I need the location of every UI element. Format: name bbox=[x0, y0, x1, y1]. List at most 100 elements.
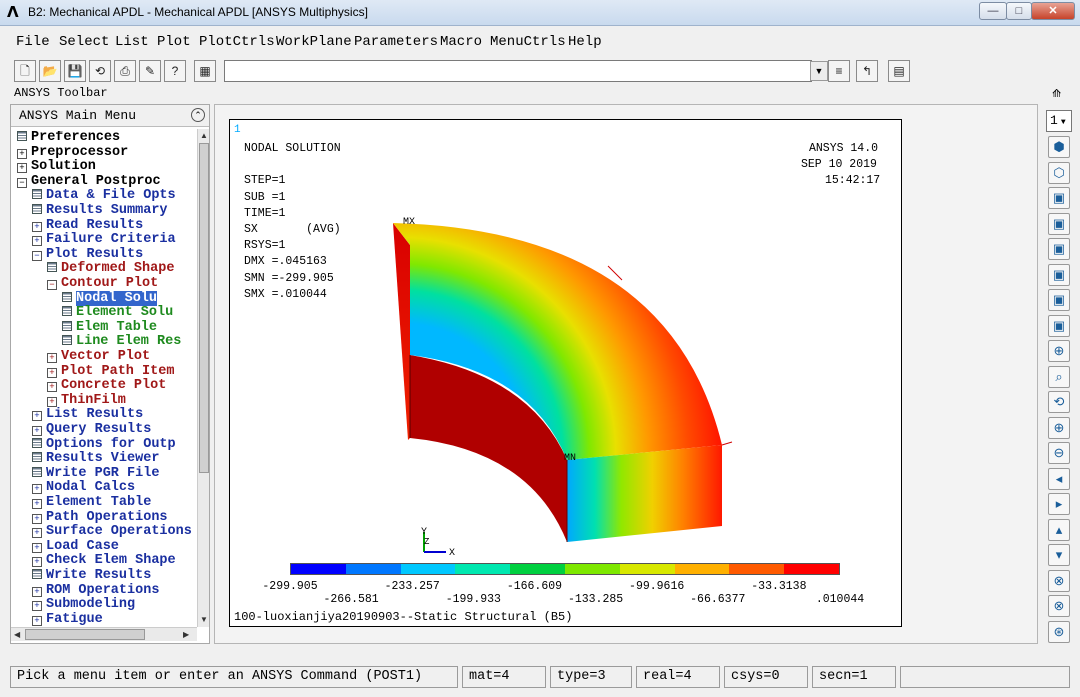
rotate-y-icon[interactable]: ⊛ bbox=[1048, 620, 1070, 643]
toolbar-collapse-icon[interactable]: ⟰ bbox=[1052, 87, 1061, 100]
graphics-window[interactable]: 1 NODAL SOLUTION STEP=1 SUB =1 TIME=1 SX (AV… bbox=[229, 119, 902, 627]
tree-item[interactable]: + Path Operations bbox=[32, 510, 168, 525]
tree-item[interactable]: + Element Table bbox=[32, 496, 151, 510]
rotate-x2-icon[interactable]: ⊗ bbox=[1048, 595, 1070, 617]
close-button[interactable]: ✕ bbox=[1031, 2, 1075, 20]
expand-icon[interactable]: + bbox=[32, 615, 42, 626]
menu-item-icon[interactable] bbox=[32, 437, 42, 448]
pan-zoom-rotate-icon[interactable]: ⟲ bbox=[89, 60, 111, 82]
tree-item[interactable]: + Concrete Plot bbox=[47, 379, 166, 393]
menu-item-icon[interactable] bbox=[32, 204, 42, 214]
maximize-button[interactable]: □ bbox=[1006, 2, 1032, 20]
menu-plot[interactable]: Plot bbox=[157, 34, 191, 50]
menu-item-icon[interactable] bbox=[17, 131, 27, 141]
report-icon[interactable]: ✎ bbox=[139, 60, 161, 82]
rotate-x-icon[interactable]: ⊗ bbox=[1048, 569, 1070, 592]
expand-icon[interactable]: + bbox=[32, 557, 42, 568]
menu-item-icon[interactable] bbox=[62, 320, 72, 331]
right-view-icon[interactable]: ▣ bbox=[1048, 212, 1070, 235]
tree-item[interactable]: Line Elem Res bbox=[62, 335, 181, 349]
scroll-up-icon[interactable]: ▲ bbox=[200, 131, 208, 140]
tree-horizontal-thumb[interactable] bbox=[25, 629, 145, 640]
menu-item-icon[interactable] bbox=[62, 306, 72, 317]
box-zoom-icon[interactable]: ⌕ bbox=[1048, 365, 1070, 388]
command-history-icon[interactable]: ≡ bbox=[828, 60, 850, 82]
tree-horizontal-scrollbar[interactable]: ◀ ▶ bbox=[11, 627, 197, 641]
save-icon[interactable]: 💾 bbox=[64, 60, 86, 82]
expand-icon[interactable]: + bbox=[47, 367, 57, 378]
menu-item-icon[interactable] bbox=[32, 452, 42, 463]
window-select[interactable]: 1 ▼ bbox=[1046, 110, 1072, 132]
iso-view-icon[interactable]: ⬢ bbox=[1048, 136, 1070, 158]
tree-item[interactable]: + Load Case bbox=[32, 539, 119, 554]
tree-item[interactable]: Elem Table bbox=[62, 320, 157, 335]
tree-item[interactable]: + Preprocessor bbox=[17, 145, 128, 160]
tree-item[interactable]: Write Results bbox=[32, 569, 151, 583]
menu-item-icon[interactable] bbox=[32, 569, 42, 579]
menu-item-icon[interactable] bbox=[62, 335, 72, 346]
tree-item[interactable]: + ThinFilm bbox=[47, 393, 126, 408]
menu-plotctrls[interactable]: PlotCtrls bbox=[199, 34, 275, 50]
tree-item[interactable]: − General Postproc bbox=[17, 174, 161, 189]
menu-item-icon[interactable] bbox=[32, 466, 42, 477]
minimize-button[interactable]: — bbox=[979, 2, 1007, 20]
expand-icon[interactable]: + bbox=[47, 396, 57, 407]
expand-icon[interactable]: + bbox=[32, 528, 42, 539]
tree-item[interactable]: + Solution bbox=[17, 160, 96, 174]
tree-item[interactable]: + Vector Plot bbox=[47, 350, 150, 364]
menu-macro[interactable]: Macro bbox=[440, 34, 482, 50]
scroll-left-icon[interactable]: ◀ bbox=[14, 630, 20, 639]
scroll-right-icon[interactable]: ▶ bbox=[183, 630, 189, 639]
tree-item[interactable]: Results Summary bbox=[32, 204, 168, 218]
tree-item[interactable]: + Submodeling bbox=[32, 598, 135, 612]
menu-item-icon[interactable] bbox=[62, 291, 72, 302]
expand-icon[interactable]: + bbox=[32, 426, 42, 436]
command-icon[interactable]: ▦ bbox=[194, 60, 216, 82]
expand-icon[interactable]: + bbox=[32, 411, 42, 422]
menu-select[interactable]: Select bbox=[59, 34, 109, 50]
expand-icon[interactable]: + bbox=[32, 499, 42, 509]
tree-item[interactable]: + Fatigue bbox=[32, 612, 103, 627]
tree-item[interactable]: Nodal Solu bbox=[62, 290, 158, 306]
menu-parameters[interactable]: Parameters bbox=[354, 34, 438, 50]
oblique-view-icon[interactable]: ⬡ bbox=[1048, 161, 1070, 184]
left-view-icon[interactable]: ▣ bbox=[1048, 289, 1070, 311]
menu-item-icon[interactable] bbox=[47, 262, 57, 273]
open-folder-icon[interactable]: 📂 bbox=[39, 60, 61, 82]
menu-menuctrls[interactable]: MenuCtrls bbox=[490, 34, 566, 50]
tree-item[interactable]: + Check Elem Shape bbox=[32, 554, 176, 568]
main-menu-collapse-icon[interactable]: ⌃ bbox=[191, 108, 205, 122]
menu-workplane[interactable]: WorkPlane bbox=[276, 34, 352, 50]
zoom-in-icon[interactable]: ⊕ bbox=[1048, 416, 1070, 439]
zoom-icon[interactable]: ⊕ bbox=[1048, 340, 1070, 362]
tree-item[interactable]: + Surface Operations bbox=[32, 525, 192, 539]
expand-icon[interactable]: + bbox=[32, 586, 42, 597]
pan-right-icon[interactable]: ▸ bbox=[1048, 493, 1070, 515]
win-zoom-icon[interactable]: ⟲ bbox=[1048, 391, 1070, 413]
collapse-icon[interactable]: − bbox=[17, 177, 27, 188]
expand-icon[interactable]: + bbox=[32, 221, 42, 232]
tree-item[interactable]: Write PGR File bbox=[32, 466, 159, 481]
tree-item[interactable]: + Nodal Calcs bbox=[32, 481, 135, 495]
command-dropdown-icon[interactable]: ▼ bbox=[810, 61, 828, 81]
back-view-icon[interactable]: ▣ bbox=[1048, 263, 1070, 286]
tree-item[interactable]: + Plot Path Item bbox=[47, 364, 174, 379]
expand-icon[interactable]: + bbox=[32, 513, 42, 524]
tree-item[interactable]: + Query Results bbox=[32, 423, 151, 437]
tree-item[interactable]: − Contour Plot bbox=[47, 277, 158, 291]
tree-item[interactable]: + List Results bbox=[32, 408, 143, 422]
collapse-icon[interactable]: − bbox=[32, 250, 42, 261]
tree-item[interactable]: + Read Results bbox=[32, 218, 143, 233]
pan-down-icon[interactable]: ▾ bbox=[1048, 544, 1070, 566]
expand-icon[interactable]: + bbox=[32, 236, 42, 247]
command-input[interactable] bbox=[224, 60, 812, 82]
pan-left-icon[interactable]: ◂ bbox=[1048, 467, 1070, 490]
tree-item[interactable]: Element Solu bbox=[62, 306, 173, 320]
tree-item[interactable]: Data & File Opts bbox=[32, 189, 176, 203]
expand-icon[interactable]: + bbox=[17, 163, 27, 174]
scroll-down-icon[interactable]: ▼ bbox=[200, 615, 208, 624]
new-file-icon[interactable]: 🗋 bbox=[14, 60, 36, 82]
tree-item[interactable]: − Plot Results bbox=[32, 247, 143, 262]
tree-item[interactable]: + ROM Operations bbox=[32, 583, 159, 598]
expand-icon[interactable]: + bbox=[47, 382, 57, 393]
